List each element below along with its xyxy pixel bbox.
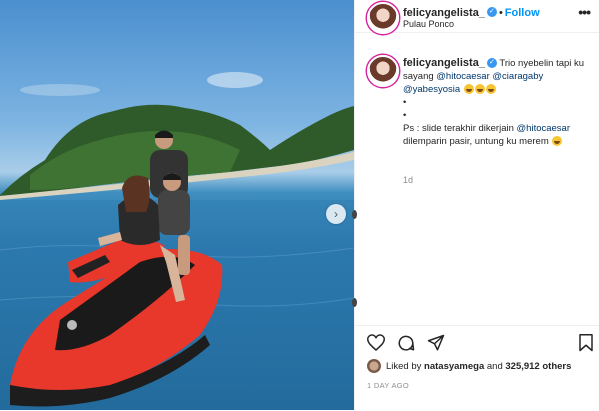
mention-hitocaesar-2[interactable]: @hitocaesar: [517, 123, 570, 134]
caption-avatar[interactable]: [367, 55, 399, 87]
comment-icon[interactable]: [397, 334, 415, 352]
caption-line-2: Ps : slide terakhir dikerjain: [403, 123, 514, 134]
grinning-emoji-icon: [463, 84, 474, 95]
share-icon[interactable]: [427, 334, 445, 352]
post-photo[interactable]: ›: [0, 0, 354, 410]
scroll-indicator-dot: [352, 210, 357, 219]
more-options-icon[interactable]: •••: [578, 4, 591, 20]
grinning-emoji-icon: [485, 84, 496, 95]
separator: •: [498, 7, 503, 19]
mention-ciaragaby[interactable]: @ciaragaby: [492, 71, 543, 82]
follow-button[interactable]: Follow: [505, 7, 540, 19]
post-sidebar: felicyangelista_ ✓ • Follow Pulau Ponco •••…: [352, 0, 599, 411]
caption-line-3: dilemparin pasir, untung ku merem: [403, 136, 549, 147]
liker-avatar[interactable]: [367, 359, 381, 373]
verified-badge-icon: ✓: [486, 58, 497, 69]
caption-text: felicyangelista_ ✓ Trio nyebelin tapi ku …: [403, 57, 588, 148]
caption-bullet: •: [403, 97, 407, 108]
caption-time: 1d: [403, 175, 414, 185]
and-label: and: [486, 360, 503, 372]
liked-by-label: Liked by: [386, 360, 422, 372]
scroll-indicator-dot: [352, 298, 357, 307]
instagram-post: › felicyangelista_ ✓ • Follow Pulau Ponco •…: [0, 0, 599, 410]
caption-username[interactable]: felicyangelista_: [403, 57, 485, 69]
post-header: felicyangelista_ ✓ • Follow Pulau Ponco •••: [355, 0, 599, 34]
post-actions: Liked by natasyamega and 325,912 others …: [355, 325, 599, 411]
caption-bullet: •: [403, 110, 407, 121]
mention-hitocaesar[interactable]: @hitocaesar: [436, 71, 489, 82]
verified-badge-icon: ✓: [486, 6, 497, 17]
post-date: 1 DAY AGO: [367, 381, 410, 390]
bookmark-icon[interactable]: [578, 334, 594, 352]
grinning-emoji-icon: [474, 84, 485, 95]
grimacing-emoji-icon: [552, 136, 563, 147]
likes-summary: Liked by natasyamega and 325,912 others: [367, 359, 571, 373]
header-username[interactable]: felicyangelista_: [403, 7, 485, 19]
others-count[interactable]: 325,912 others: [505, 361, 571, 372]
liker-username[interactable]: natasyamega: [424, 361, 484, 372]
mention-yabesyosia[interactable]: @yabesyosia: [403, 84, 460, 95]
chevron-right-icon: ›: [334, 207, 338, 221]
next-slide-button[interactable]: ›: [326, 204, 346, 224]
heart-icon[interactable]: [367, 334, 385, 351]
photo-scene: [0, 72, 354, 410]
avatar[interactable]: [367, 2, 399, 34]
location-link[interactable]: Pulau Ponco: [403, 19, 454, 29]
